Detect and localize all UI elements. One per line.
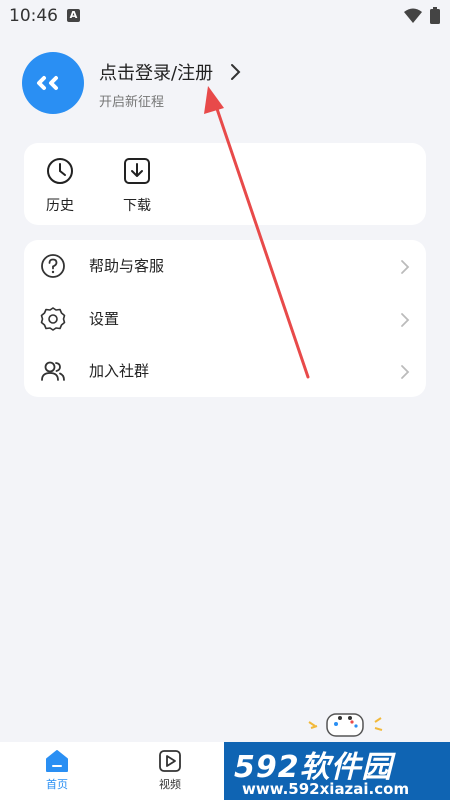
menu-item-label: 设置 (89, 310, 120, 328)
status-time: 10:46 (9, 6, 58, 26)
play-icon (159, 750, 181, 772)
nav-label: 首页 (46, 778, 68, 791)
status-bar: 10:46 A (0, 0, 450, 32)
chevron-right-icon (401, 313, 410, 327)
home-icon (46, 750, 68, 772)
watermark: 592软件园 www.592xiazai.com (224, 742, 450, 800)
menu-item-help[interactable]: 帮助与客服 (24, 240, 426, 292)
menu-card: 帮助与客服 设置 加入社群 (24, 240, 426, 397)
nav-label: 视频 (159, 778, 181, 791)
download-label: 下载 (123, 198, 151, 214)
login-register-link[interactable]: 点击登录/注册 (99, 59, 213, 85)
history-button[interactable]: 历史 (30, 157, 90, 215)
quick-actions-card: 历史 下载 (24, 143, 426, 225)
menu-item-label: 帮助与客服 (89, 257, 165, 275)
annotation-arrow (204, 86, 310, 379)
history-label: 历史 (46, 198, 74, 214)
watermark-url: www.592xiazai.com (242, 780, 410, 798)
chevron-right-icon (401, 260, 410, 274)
avatar-face-icon (37, 76, 58, 90)
menu-item-label: 加入社群 (89, 362, 150, 380)
clock-icon (47, 158, 73, 184)
chevron-right-icon[interactable] (228, 62, 242, 82)
help-circle-icon (41, 254, 65, 278)
notification-icon: A (67, 9, 80, 22)
download-button[interactable]: 下载 (107, 157, 167, 215)
status-icons (404, 7, 440, 24)
battery-icon (430, 7, 440, 24)
gear-icon (40, 307, 66, 331)
wifi-icon (404, 8, 422, 23)
menu-item-community[interactable]: 加入社群 (24, 345, 426, 397)
avatar[interactable] (22, 52, 84, 114)
nav-tab-video[interactable]: 视频 (140, 742, 200, 800)
group-icon (41, 361, 65, 381)
menu-item-settings[interactable]: 设置 (24, 293, 426, 345)
login-subtitle: 开启新征程 (99, 95, 165, 110)
gamepad-mascot-icon (308, 713, 383, 737)
nav-tab-home[interactable]: 首页 (27, 742, 87, 800)
download-icon (124, 158, 150, 184)
chevron-right-icon (401, 365, 410, 379)
